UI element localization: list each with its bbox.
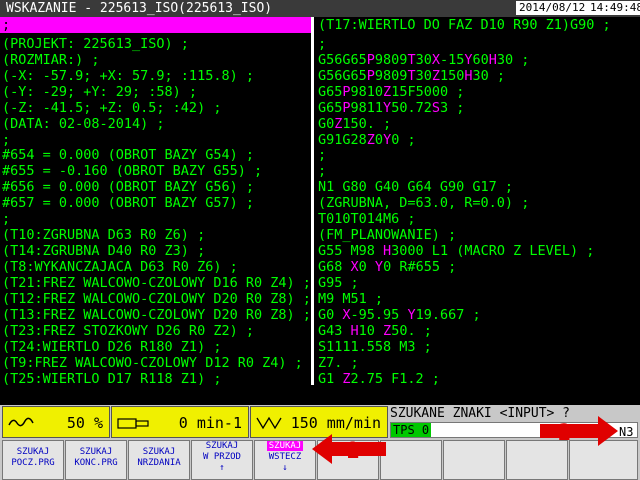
code-line: (T17:WIERTLO DO FAZ D10 R90 Z1)G90 ; [318,17,611,33]
code-line: (ROZMIAR:) ; [2,52,100,68]
code-line: (-X: -57.9; +X: 57.9; :115.8) ; [2,68,254,84]
feed-override-icon [8,417,34,427]
code-line: (T12:FREZ WALCOWO-CZOLOWY D20 R0 Z8) ; [2,291,311,307]
code-line: (T14:ZGRUBNA D40 R0 Z3) ; [2,243,206,259]
arrow-up-icon: ↑ [219,463,225,473]
code-line: G56G65P9809T30X-15Y60H30 ; [318,52,530,68]
arrow-down-icon: ↓ [282,463,288,473]
cursor-line-text: ; [2,17,11,33]
code-line: G95 ; [318,275,359,291]
code-line: (-Z: -41.5; +Z: 0.5; :42) ; [2,100,222,116]
code-line: (-Y: -29; +Y: 29; :58) ; [2,84,198,100]
code-line: G43 H10 Z50. ; [318,323,432,339]
spindle-icon [117,418,149,429]
softkey-label: WSTECZ [268,452,302,462]
code-line: N1 G80 G40 G64 G90 G17 ; [318,179,514,195]
code-line: G55 M98 H3000 L1 (MACRO Z LEVEL) ; [318,243,595,259]
code-line: #657 = 0.000 (OBROT BAZY G57) ; [2,195,254,211]
date-display: 2014/08/12 [516,1,589,15]
code-line: ; [318,147,327,163]
softkey-label: SZUKAJ [205,441,239,451]
softkey-label: SZUKAJ [266,441,304,451]
program-listing-left[interactable]: ; (PROJEKT: 225613_ISO) ; (ROZMIAR:) ; (… [0,17,311,385]
code-line: (T25:WIERTLO D17 R118 Z1) ; [2,371,222,385]
code-line: G0 X-95.95 Y19.667 ; [318,307,481,323]
softkey-8[interactable] [443,440,505,480]
code-line: ; [2,132,11,148]
input-mode-badge: TPS 0 [391,423,432,437]
code-line: ; [318,36,327,52]
nc-mode-indicator: N3 [619,425,634,439]
search-backward-button[interactable]: SZUKAJ WSTECZ ↓ [254,440,316,480]
callout-arrow-right-icon [540,416,618,446]
code-line: G0Z150. ; [318,116,392,132]
feedrate-icon [256,416,282,430]
search-start-button[interactable]: SZUKAJ POCZ.PRG [2,440,64,480]
code-line: (FM_PLANOWANIE) ; [318,227,457,243]
code-line: Z7. ; [318,355,359,371]
code-line: (T10:ZGRUBNA D63 R0 Z6) ; [2,227,206,243]
code-line: #655 = -0.160 (OBROT BAZY G55) ; [2,163,263,179]
code-line: G68 X0 Y0 R#655 ; [318,259,457,275]
code-line: G65P9810Z15F5000 ; [318,84,465,100]
feed-override-value: 50 % [66,414,103,432]
window-title: WSKAZANIE - 225613_ISO(225613_ISO) [6,1,273,16]
feed-override-box: 50 % [2,406,110,438]
softkey-label: NRZDANIA [137,458,181,468]
softkey-label: W PRZOD [203,452,241,462]
code-line: (T21:FREZ WALCOWO-CZOLOWY D16 R0 Z4) ; [2,275,311,291]
message-bar [0,385,640,405]
time-display: 14:49:48 [587,1,640,15]
code-line: G1 Z2.75 F1.2 ; [318,371,440,385]
search-block-number-button[interactable]: SZUKAJ NRZDANIA [128,440,190,480]
softkey-label: SZUKAJ [142,447,176,457]
code-line: (PROJEKT: 225613_ISO) ; [2,36,189,52]
softkey-label: SZUKAJ [79,447,113,457]
code-line: (T23:FREZ STOZKOWY D26 R0 Z2) ; [2,323,254,339]
code-line: ; [318,163,327,179]
code-line: (T9:FREZ WALCOWO-CZOLOWY D12 R0 Z4) ; [2,355,303,371]
code-line: ; [2,211,11,227]
code-line: (DATA: 02-08-2014) ; [2,116,165,132]
search-end-button[interactable]: SZUKAJ KONC.PRG [65,440,127,480]
code-line: S1111.558 M3 ; [318,339,432,355]
code-line: G65P9811Y50.72S3 ; [318,100,465,116]
code-line: #656 = 0.000 (OBROT BAZY G56) ; [2,179,254,195]
code-line: #654 = 0.000 (OBROT BAZY G54) ; [2,147,254,163]
code-line: M9 M51 ; [318,291,384,307]
code-line: T010T014M6 ; [318,211,416,227]
softkey-label: KONC.PRG [74,458,118,468]
code-line: (ZGRUBNA, D=63.0, R=0.0) ; [318,195,530,211]
search-forward-button[interactable]: SZUKAJ W PRZOD ↑ [191,440,253,480]
program-listing-right[interactable]: (T17:WIERTLO DO FAZ D10 R90 Z1)G90 ; ; G… [314,17,640,385]
feedrate-value: 150 mm/min [290,414,381,432]
code-line: G91G28Z0Y0 ; [318,132,416,148]
code-line: (T13:FREZ WALCOWO-CZOLOWY D20 R0 Z8) ; [2,307,311,323]
callout-number-2: 2 [558,421,572,446]
code-line: (T8:WYKANCZAJACA D63 R0 Z6) ; [2,259,238,275]
code-line: (T24:WIERTLO D26 R180 Z1) ; [2,339,222,355]
softkey-label: POCZ.PRG [11,458,55,468]
code-line: G56G65P9809T30Z150H30 ; [318,68,506,84]
callout-number-1: 1 [346,439,360,464]
softkey-label: SZUKAJ [16,447,50,457]
current-block-cursor: ; [0,17,311,33]
spindle-speed-box: 0 min-1 [111,406,249,438]
spindle-speed-value: 0 min-1 [178,414,242,432]
